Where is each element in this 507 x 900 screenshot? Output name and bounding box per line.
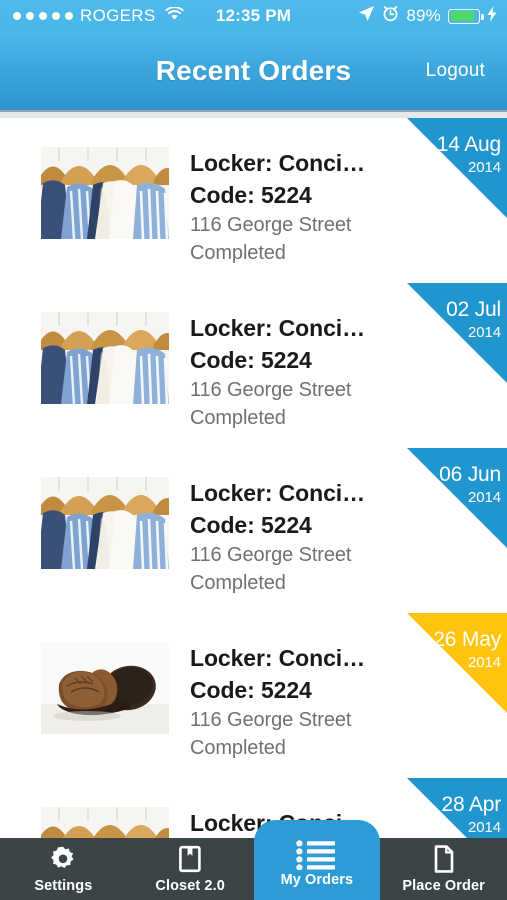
order-locker: Locker: Conci… — [190, 480, 365, 506]
order-code: Code: 5224 — [190, 511, 312, 538]
ribbon-year: 2014 — [468, 654, 501, 671]
ribbon-date: 06 Jun — [439, 463, 501, 486]
tab-label: My Orders — [280, 872, 354, 888]
brown-dress-shoes-image — [41, 642, 169, 734]
shirts-on-hangers-image — [41, 147, 169, 239]
tab-label: Closet 2.0 — [155, 878, 225, 894]
tab-label: Settings — [34, 878, 93, 894]
order-code: Code: 5224 — [190, 676, 312, 703]
shirts-on-hangers-image — [41, 807, 169, 838]
ribbon-date: 14 Aug — [436, 133, 501, 156]
alarm-clock-icon — [382, 5, 399, 27]
status-bar: ROGERS 12:35 PM 89% — [0, 0, 507, 32]
ribbon-date: 28 Apr — [441, 793, 501, 816]
list-item[interactable]: Locker: Conci… Code: 5224 116 George Str… — [0, 613, 507, 778]
phone-screen: ROGERS 12:35 PM 89% Recent Orders Logout… — [0, 0, 507, 900]
order-status: Completed — [190, 572, 286, 595]
order-details: Locker: Conci… Code: 5224 116 George Str… — [190, 313, 397, 432]
ribbon-year: 2014 — [468, 159, 501, 176]
tab-place-order[interactable]: Place Order — [380, 838, 507, 900]
orders-list[interactable]: Locker: Conci… Code: 5224 116 George Str… — [0, 118, 507, 838]
tab-settings[interactable]: Settings — [0, 838, 127, 900]
order-locker: Locker: Conci… — [190, 315, 365, 341]
page-title: Recent Orders — [155, 55, 352, 86]
tab-my-orders[interactable]: My Orders — [253, 820, 381, 900]
order-locker: Locker: Conci… — [190, 150, 365, 176]
ribbon-year: 2014 — [468, 489, 501, 506]
list-item[interactable]: Locker: Conci… Code: 5224 116 George Str… — [0, 778, 507, 838]
order-code: Code: 5224 — [190, 346, 312, 373]
navbar-separator — [0, 110, 507, 118]
order-details: Locker: Conci… Code: 5224 116 George Str… — [190, 643, 397, 762]
date-ribbon: 06 Jun 2014 — [407, 448, 507, 548]
gear-icon — [49, 844, 77, 874]
order-address: 116 George Street — [190, 709, 352, 732]
order-code: Code: 5224 — [190, 181, 312, 208]
order-status: Completed — [190, 737, 286, 760]
order-details: Locker: Conci… Code: 5224 116 George Str… — [190, 478, 397, 597]
order-address: 116 George Street — [190, 214, 352, 237]
ribbon-year: 2014 — [468, 819, 501, 836]
tab-label: Place Order — [402, 878, 485, 894]
tab-bar: Settings Closet 2.0 My Orders Place Orde… — [0, 820, 507, 900]
order-address: 116 George Street — [190, 379, 352, 402]
order-status: Completed — [190, 242, 286, 265]
ribbon-date: 02 Jul — [446, 298, 501, 321]
location-arrow-icon — [358, 5, 375, 27]
list-item[interactable]: Locker: Conci… Code: 5224 116 George Str… — [0, 283, 507, 448]
order-address: 116 George Street — [190, 544, 352, 567]
order-locker: Locker: Conci… — [190, 645, 365, 671]
battery-percent: 89% — [406, 6, 441, 25]
list-item[interactable]: Locker: Conci… Code: 5224 116 George Str… — [0, 448, 507, 613]
date-ribbon: 14 Aug 2014 — [407, 118, 507, 218]
order-details: Locker: Conci… Code: 5224 116 George Str… — [190, 148, 397, 267]
date-ribbon: 26 May 2014 — [407, 613, 507, 713]
lightning-bolt-icon — [487, 5, 497, 27]
navigation-bar: Recent Orders Logout — [0, 32, 507, 110]
ribbon-date: 26 May — [433, 628, 501, 651]
date-ribbon: 02 Jul 2014 — [407, 283, 507, 383]
shirts-on-hangers-image — [41, 477, 169, 569]
list-icon — [296, 840, 338, 870]
tab-closet[interactable]: Closet 2.0 — [127, 838, 254, 900]
list-item[interactable]: Locker: Conci… Code: 5224 116 George Str… — [0, 118, 507, 283]
order-status: Completed — [190, 407, 286, 430]
ribbon-year: 2014 — [468, 324, 501, 341]
battery-icon — [448, 8, 484, 24]
book-icon — [178, 844, 202, 874]
status-bar-right: 89% — [358, 5, 507, 27]
logout-button[interactable]: Logout — [426, 60, 485, 82]
document-icon — [432, 844, 456, 874]
date-ribbon: 28 Apr 2014 — [407, 778, 507, 838]
shirts-on-hangers-image — [41, 312, 169, 404]
